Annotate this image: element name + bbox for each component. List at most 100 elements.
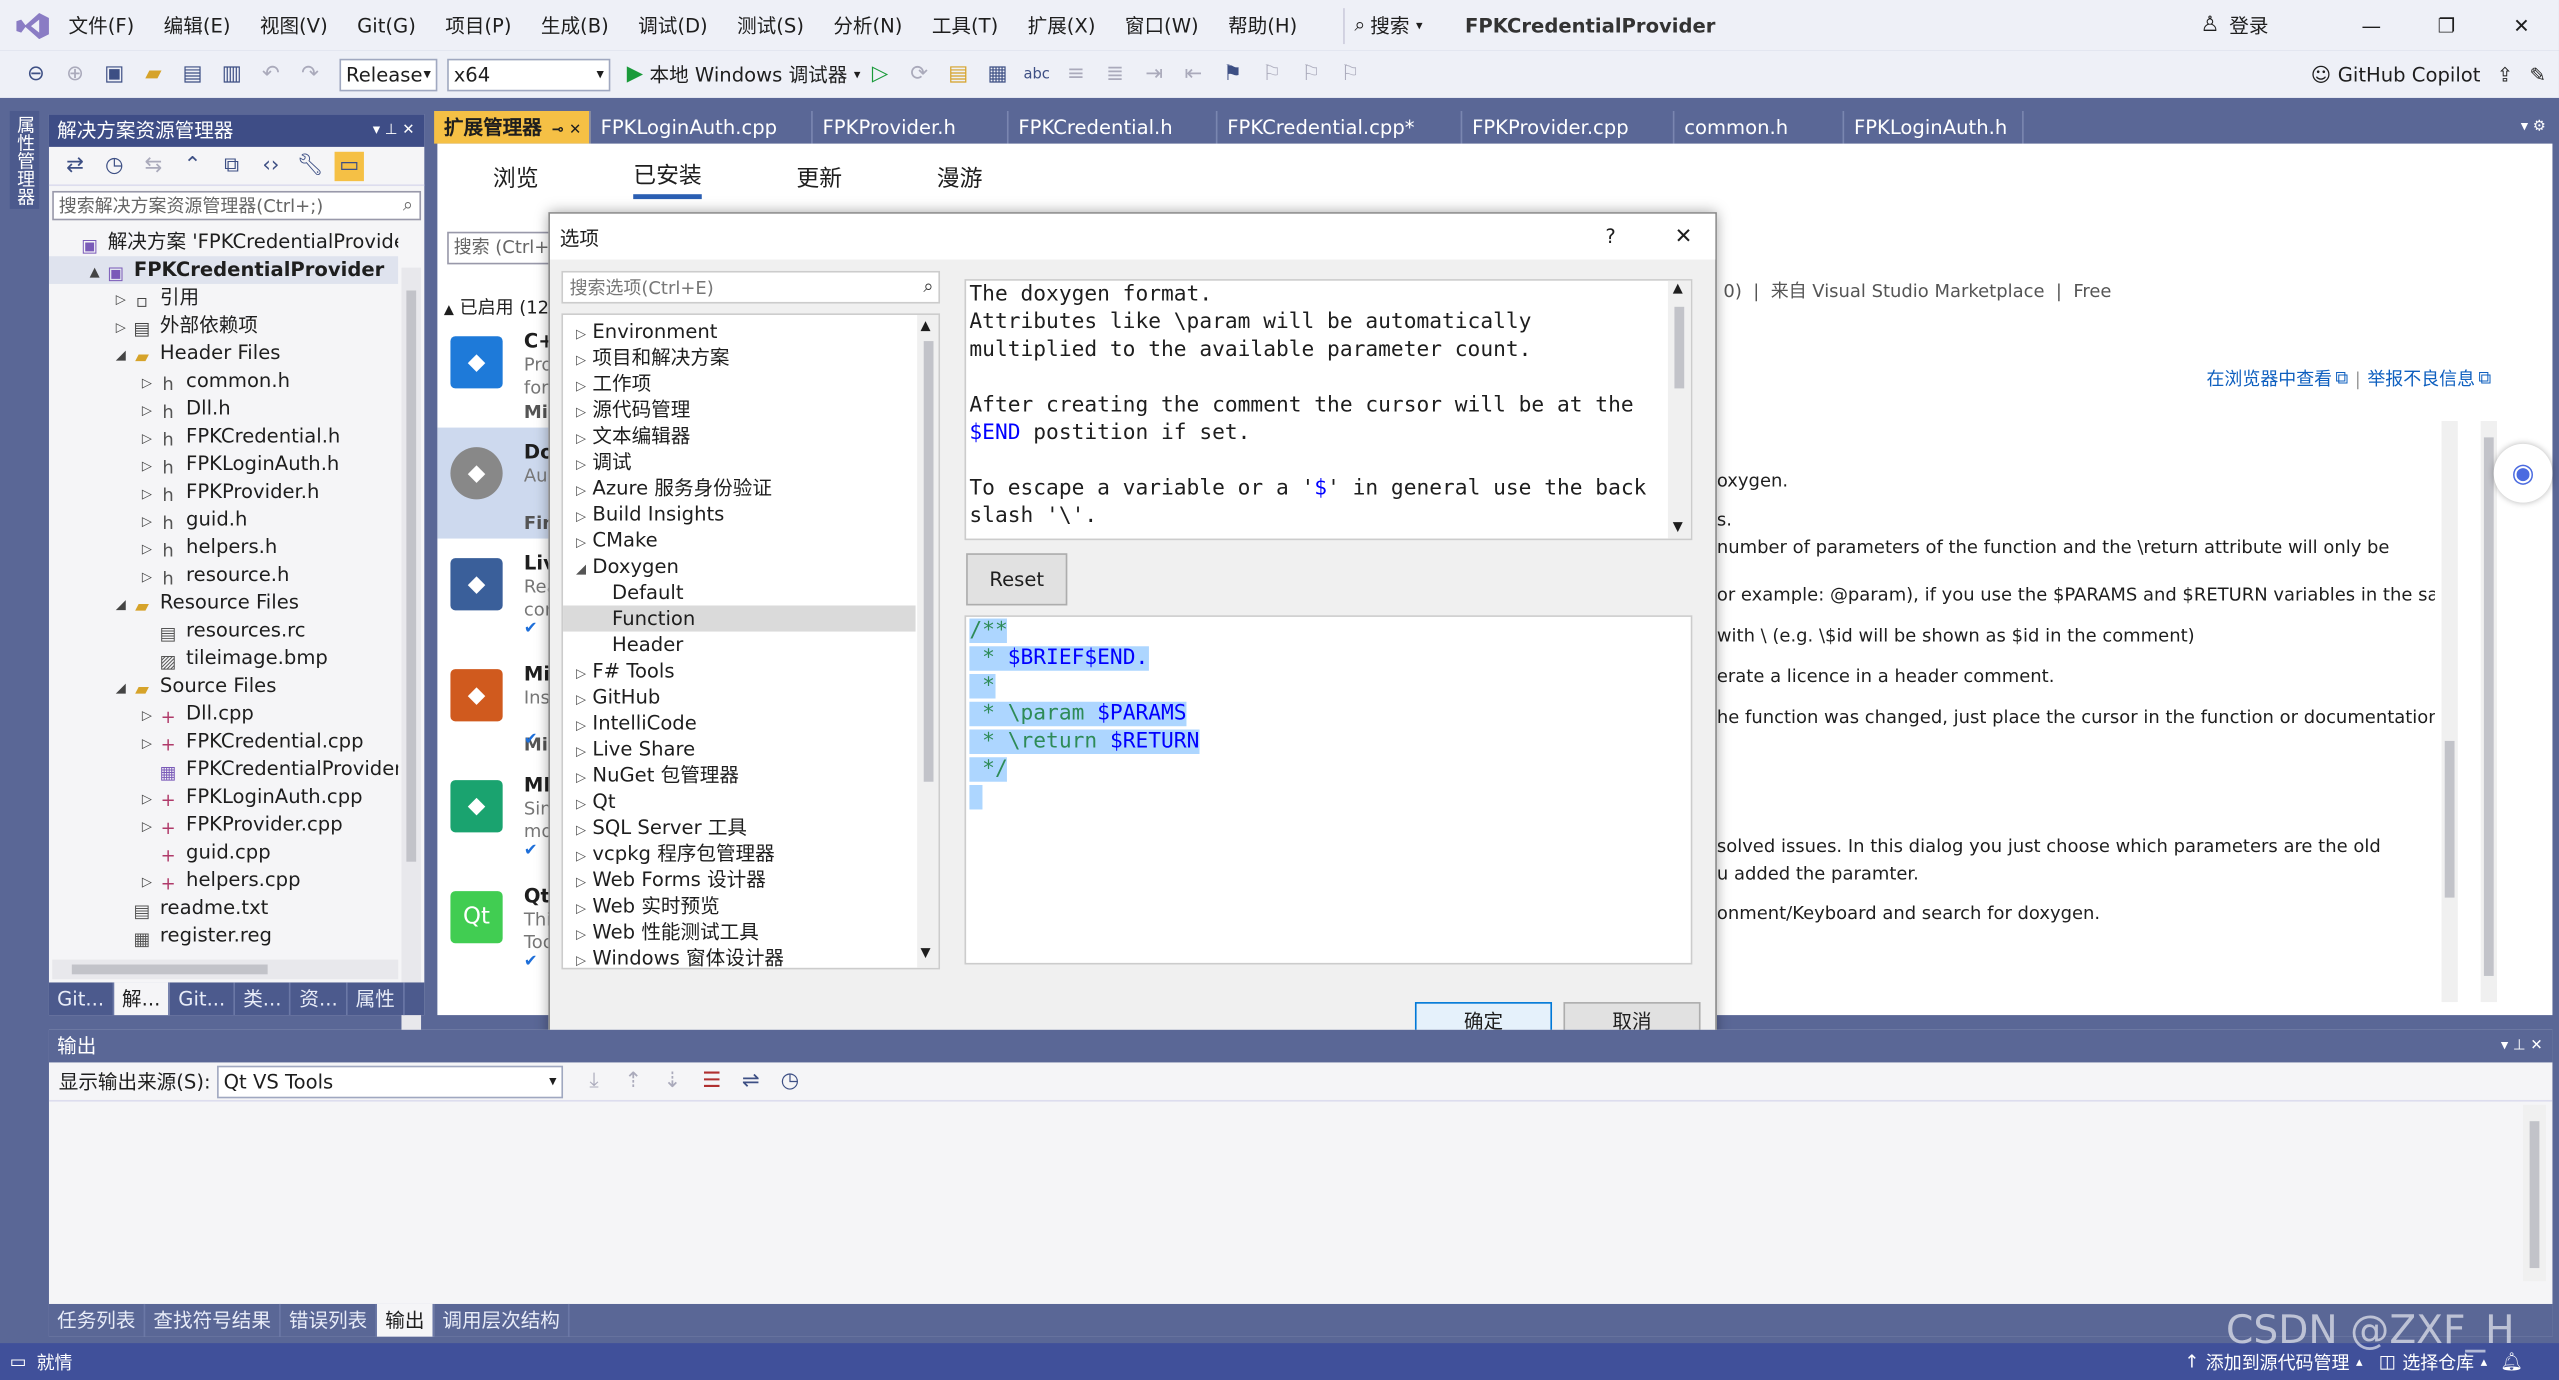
horizontal-scrollbar[interactable] — [52, 959, 399, 980]
tree-item[interactable]: ▨ tileimage.bmp — [49, 645, 398, 673]
solution-search-input[interactable]: 搜索解决方案资源管理器(Ctrl+;) — [59, 193, 403, 219]
undo-icon[interactable]: ↶ — [256, 60, 285, 89]
options-tree-item[interactable]: ▷ F# Tools — [563, 658, 916, 684]
expander-icon[interactable]: ▷ — [137, 730, 157, 758]
tree-item[interactable]: ▷ h FPKCredential.h — [49, 423, 398, 451]
menu-item[interactable]: 工具(T) — [932, 11, 998, 39]
play-icon[interactable]: ▶ — [627, 62, 643, 86]
login-link[interactable]: 登录 — [2229, 11, 2268, 39]
expander-icon[interactable]: ▷ — [137, 702, 157, 730]
copilot-button[interactable]: GitHub Copilot — [2338, 63, 2481, 86]
report-abuse-link[interactable]: 举报不良信息 — [2367, 366, 2475, 392]
options-tree-item[interactable]: ▷ Web 性能测试工具 — [563, 919, 916, 945]
timestamp-icon[interactable]: ◷ — [775, 1067, 804, 1096]
tree-item[interactable]: ▷ ▤ 外部依赖项 — [49, 312, 398, 340]
options-tree-item[interactable]: ▷ Qt — [563, 788, 916, 814]
output-source-select[interactable]: Qt VS Tools ▾ — [217, 1064, 564, 1098]
tree-item[interactable]: ▷ h guid.h — [49, 506, 398, 534]
clear-bookmarks-icon[interactable]: ⚐ — [1335, 60, 1364, 89]
tree-item[interactable]: + guid.cpp — [49, 839, 398, 867]
indent-icon[interactable]: ⇥ — [1139, 60, 1168, 89]
menu-item[interactable]: 窗口(W) — [1125, 11, 1199, 39]
menu-item[interactable]: 项目(P) — [445, 11, 511, 39]
tree-item[interactable]: ▷ + helpers.cpp — [49, 867, 398, 895]
open-folder-icon[interactable]: ▰ — [139, 60, 168, 89]
options-tree-item[interactable]: ▷ 调试 — [563, 449, 916, 475]
forward-icon[interactable]: ⊕ — [60, 60, 89, 89]
close-window-button[interactable]: ✕ — [2484, 14, 2559, 37]
sync-icon[interactable]: ⇄ — [60, 151, 89, 180]
options-tree-item[interactable]: ▷ Web 实时预览 — [563, 893, 916, 919]
run-debugger-button[interactable]: 本地 Windows 调试器 — [650, 60, 848, 88]
extension-item[interactable]: Qt Qt Thi Too ✔ — [437, 871, 552, 982]
tree-scrollbar[interactable]: ▲ ▼ — [917, 314, 939, 968]
expander-icon[interactable]: ▷ — [137, 424, 157, 452]
tree-item[interactable]: ▷ ▫ 引用 — [49, 284, 398, 312]
extension-item[interactable]: ◆ Mi Ins Mi ✔ — [437, 650, 551, 761]
extension-tab[interactable]: 更新 — [796, 162, 842, 195]
options-tree-item[interactable]: ▷ Web Forms 设计器 — [563, 867, 916, 893]
expander-icon[interactable]: ▷ — [137, 785, 157, 813]
menu-item[interactable]: 编辑(E) — [164, 11, 231, 39]
options-tree-item[interactable]: Function — [563, 605, 916, 632]
outdent-icon[interactable]: ⇤ — [1179, 60, 1208, 89]
ext-search-box[interactable]: 搜索 (Ctrl+ — [447, 231, 562, 265]
expander-icon[interactable]: ◢ — [111, 591, 131, 619]
vertical-scrollbar[interactable] — [401, 267, 422, 1058]
menu-item[interactable]: 视图(V) — [260, 11, 328, 39]
options-search-box[interactable]: 搜索选项(Ctrl+E) ⌕ — [561, 270, 941, 304]
bell-icon[interactable]: 🔔︎ — [2500, 1351, 2523, 1372]
tree-item[interactable]: ▤ resources.rc — [49, 617, 398, 645]
new-item-icon[interactable]: ▣ — [100, 60, 129, 89]
extension-item[interactable]: ◆C+ProforMi✔ — [437, 317, 552, 428]
document-tab[interactable]: FPKCredential.h — [1009, 110, 1218, 144]
copilot-float-icon[interactable]: ◉ — [2493, 443, 2553, 503]
browse-folder-icon[interactable]: ▤ — [944, 60, 973, 89]
attach-icon[interactable]: ⟳ — [904, 60, 933, 89]
clear-all-icon[interactable]: ☰ — [697, 1067, 726, 1096]
template-editor[interactable]: /** * $BRIEF$END. * * \param $PARAMS * \… — [964, 615, 1693, 965]
document-tab[interactable]: FPKCredential.cpp* — [1217, 110, 1463, 144]
options-tree-item[interactable]: ▷ 项目和解决方案 — [563, 344, 916, 370]
tree-item[interactable]: ▦ register.reg — [49, 922, 398, 950]
tab-overflow-icon[interactable]: ▾ ⚙ — [2521, 119, 2546, 135]
options-tree-item[interactable]: ▷ Build Insights — [563, 501, 916, 527]
reset-button[interactable]: Reset — [966, 553, 1068, 606]
start-without-debug-icon[interactable]: ▷ — [865, 60, 894, 89]
tree-item[interactable]: ▦ FPKCredentialProvider.de — [49, 756, 399, 784]
options-tree-item[interactable]: ▷ IntelliCode — [563, 710, 916, 736]
extension-item[interactable]: ◆MLSinmo✔ — [437, 761, 552, 872]
options-tree-item[interactable]: ▷ Azure 服务身份验证 — [563, 475, 916, 501]
details-scrollbar[interactable] — [2441, 421, 2458, 1003]
output-tab[interactable]: 任务列表 — [49, 1303, 146, 1337]
expander-icon[interactable]: ◢ — [111, 674, 131, 702]
tree-item[interactable]: ▷ + FPKLoginAuth.cpp — [49, 783, 398, 811]
output-tab[interactable]: 查找符号结果 — [145, 1303, 281, 1337]
options-tree-item[interactable]: Default — [563, 579, 916, 605]
layout-icon[interactable]: ▦ — [983, 60, 1012, 89]
expander-icon[interactable]: ▷ — [137, 397, 157, 425]
menu-item[interactable]: 分析(N) — [833, 11, 902, 39]
configuration-select[interactable]: Release ▾ — [339, 57, 438, 91]
comment-icon[interactable]: ≡ — [1061, 60, 1090, 89]
document-tab[interactable]: FPKProvider.cpp — [1462, 110, 1675, 144]
expander-icon[interactable]: ▷ — [137, 508, 157, 536]
tree-item[interactable]: ◢ ▰ Source Files — [49, 672, 398, 700]
close-icon[interactable]: ✕ — [1675, 224, 1693, 248]
history-icon[interactable]: ◷ — [100, 151, 129, 180]
tree-item[interactable]: ▲ ▣ FPKCredentialProvider — [48, 256, 399, 284]
panel-tab[interactable]: Git... — [49, 982, 114, 1016]
ext-search-input[interactable]: 搜索 (Ctrl+ — [454, 237, 550, 258]
menu-item[interactable]: Git(G) — [357, 14, 416, 37]
panel-tab[interactable]: 属性 — [347, 982, 405, 1016]
expander-icon[interactable]: ▷ — [111, 313, 131, 341]
uncomment-icon[interactable]: ≣ — [1100, 60, 1129, 89]
options-tree-item[interactable]: ▷ SQL Server 工具 — [563, 814, 916, 840]
options-search-input[interactable]: 搜索选项(Ctrl+E) — [570, 274, 924, 300]
solution-search-box[interactable]: 搜索解决方案资源管理器(Ctrl+;) ⌕ — [52, 190, 422, 221]
preview-icon[interactable]: ▭ — [334, 150, 364, 181]
prev-message-icon[interactable]: ⇡ — [619, 1067, 648, 1096]
options-tree-item[interactable]: ▷ 源代码管理 — [563, 397, 916, 423]
menu-item[interactable]: 调试(D) — [638, 11, 708, 39]
tree-item[interactable]: ◢ ▰ Header Files — [49, 339, 398, 367]
